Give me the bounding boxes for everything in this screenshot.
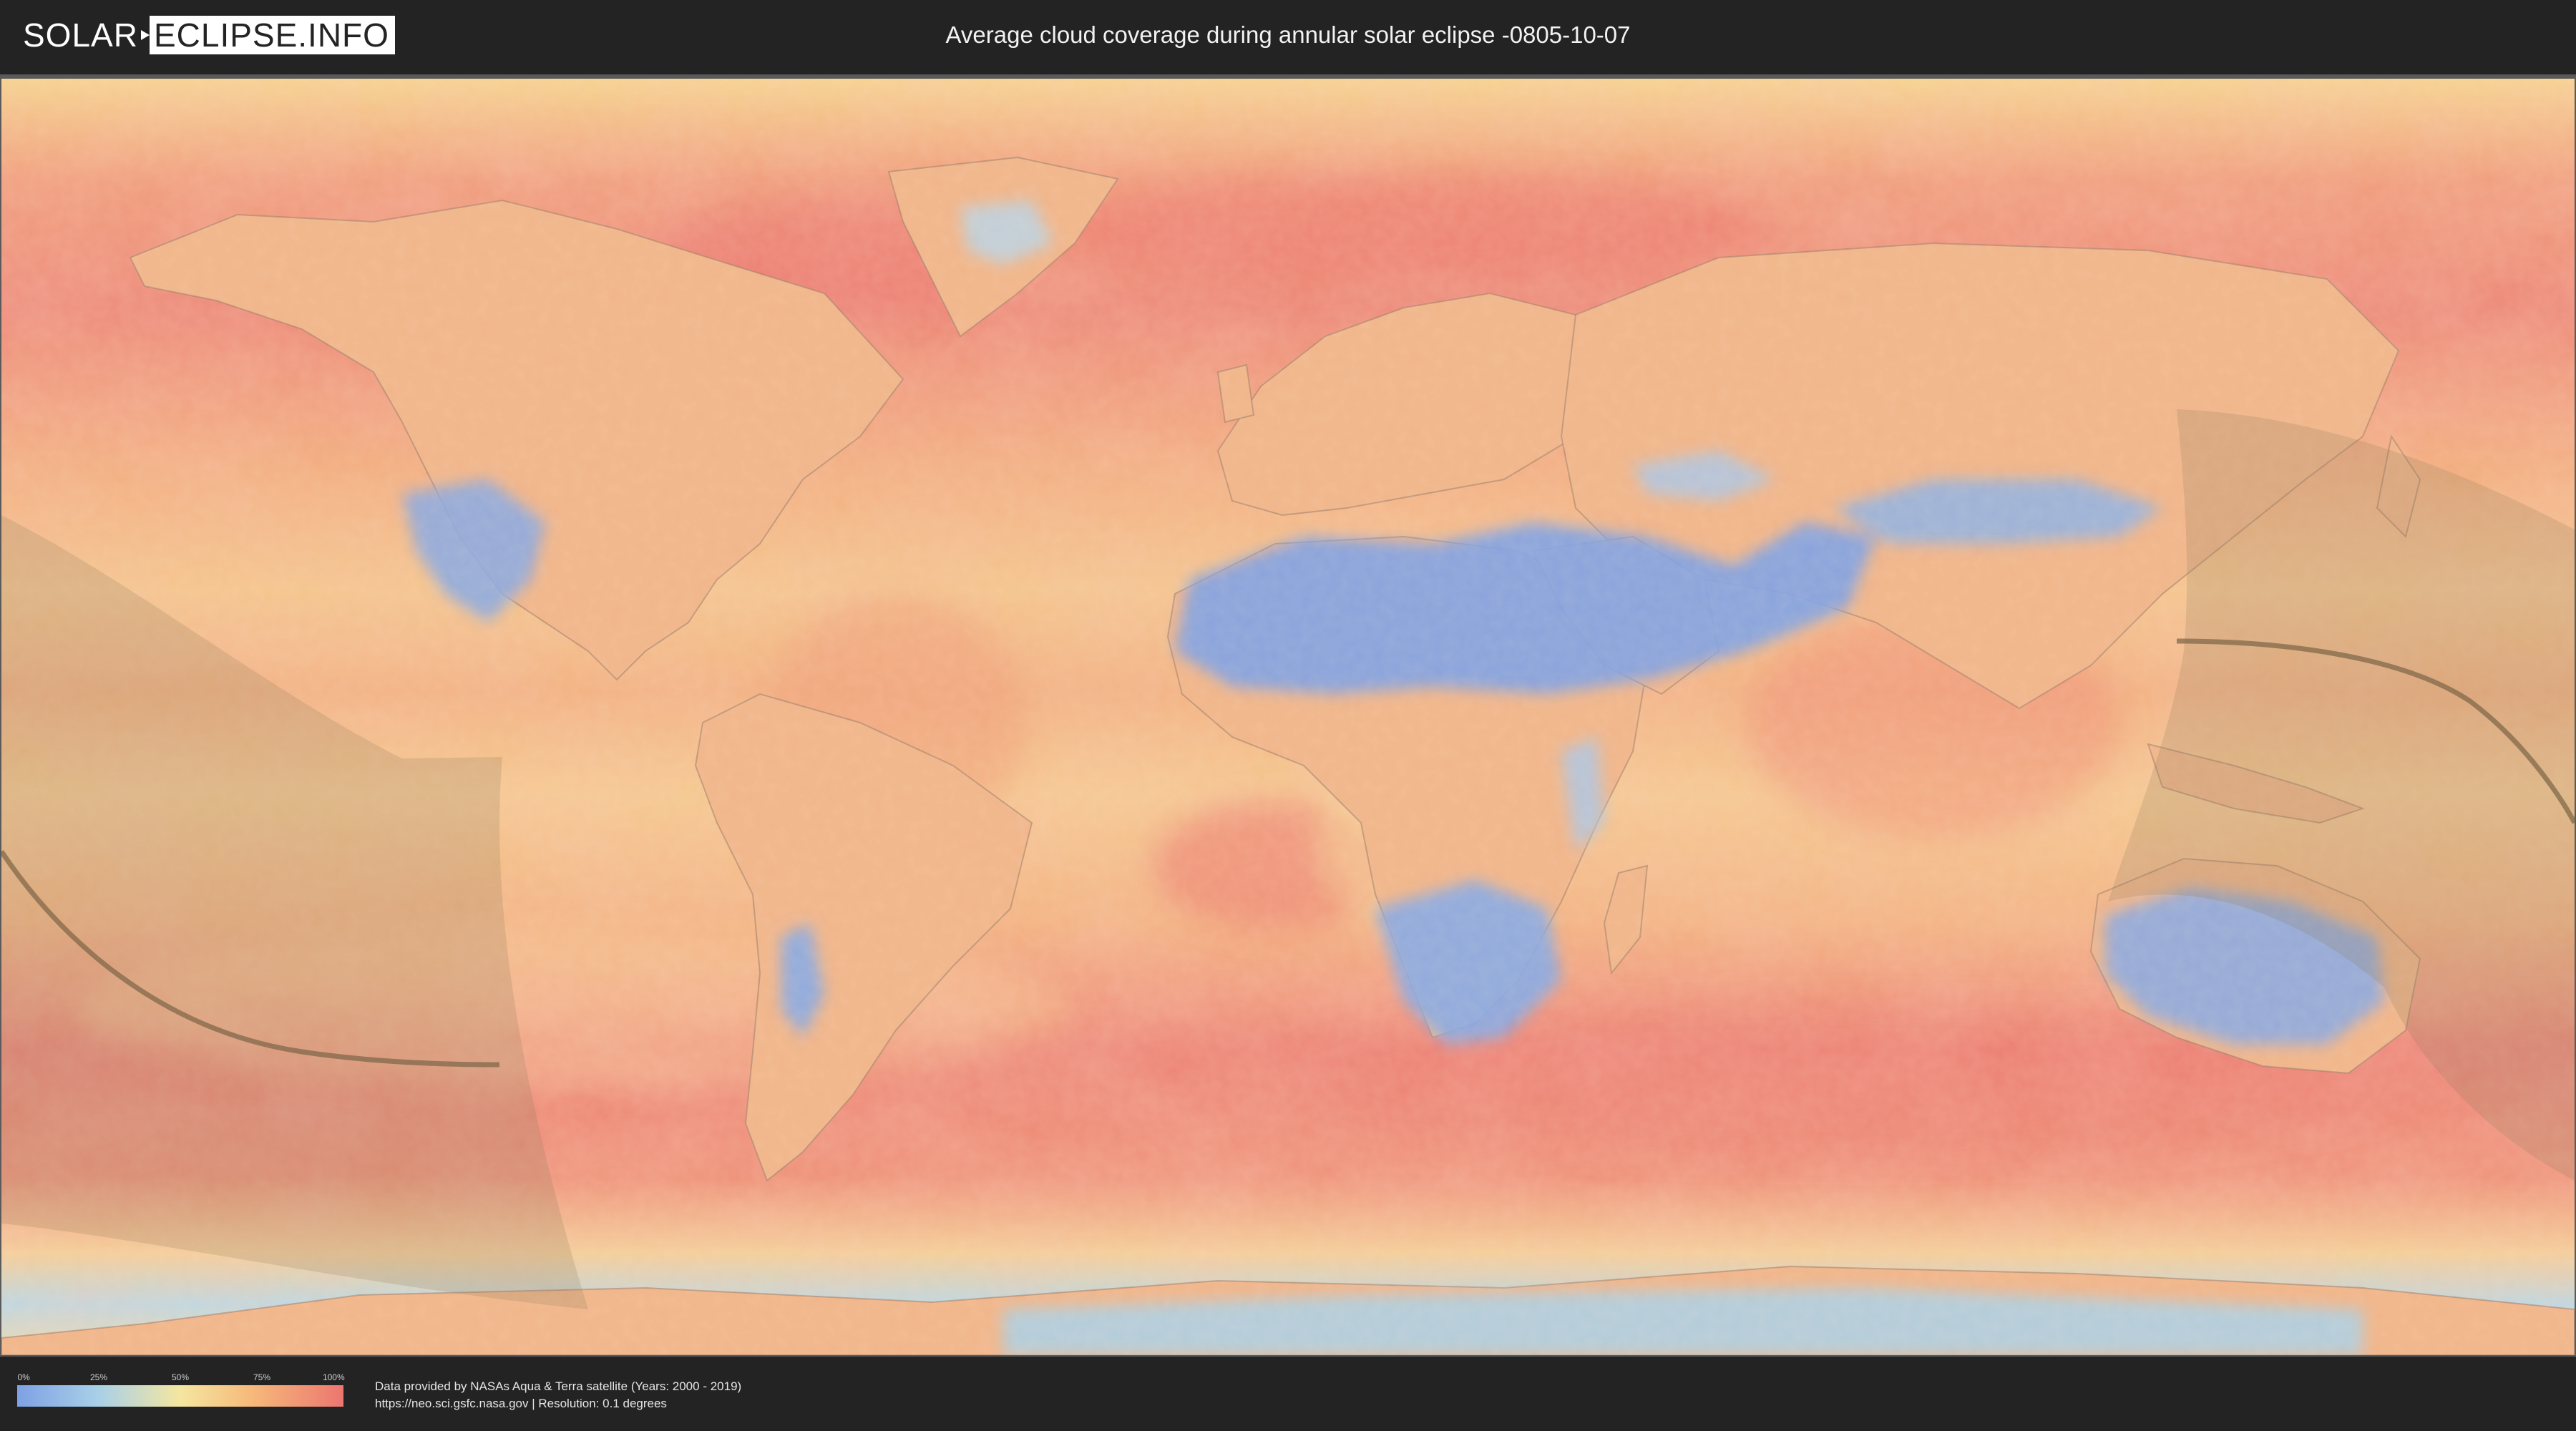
- legend-tick-0: 0%: [17, 1372, 30, 1382]
- page-title: Average cloud coverage during annular so…: [945, 21, 1631, 48]
- header-bar: SOLAR ECLIPSE.INFO Average cloud coverag…: [0, 0, 2576, 72]
- legend-tick-25: 25%: [89, 1372, 108, 1382]
- legend-ticks: 0% 25% 50% 75% 100%: [17, 1372, 345, 1385]
- legend-tick-100: 100%: [322, 1372, 345, 1382]
- credits-url[interactable]: https://neo.sci.gsfc.nasa.gov | Resoluti…: [375, 1395, 741, 1412]
- footer-bar: 0% 25% 50% 75% 100% Data provided by NAS…: [0, 1357, 2576, 1431]
- cloud-coverage-legend: 0% 25% 50% 75% 100%: [17, 1372, 345, 1407]
- legend-color-bar: [17, 1385, 343, 1407]
- cloud-coverage-map[interactable]: [1, 79, 2575, 1355]
- legend-tick-75: 75%: [253, 1372, 271, 1382]
- map-frame: [0, 74, 2576, 1357]
- legend-tick-50: 50%: [171, 1372, 190, 1382]
- data-credits: Data provided by NASAs Aqua & Terra sate…: [375, 1378, 741, 1412]
- world-map-svg: [1, 79, 2575, 1355]
- credits-source: Data provided by NASAs Aqua & Terra sate…: [375, 1379, 742, 1393]
